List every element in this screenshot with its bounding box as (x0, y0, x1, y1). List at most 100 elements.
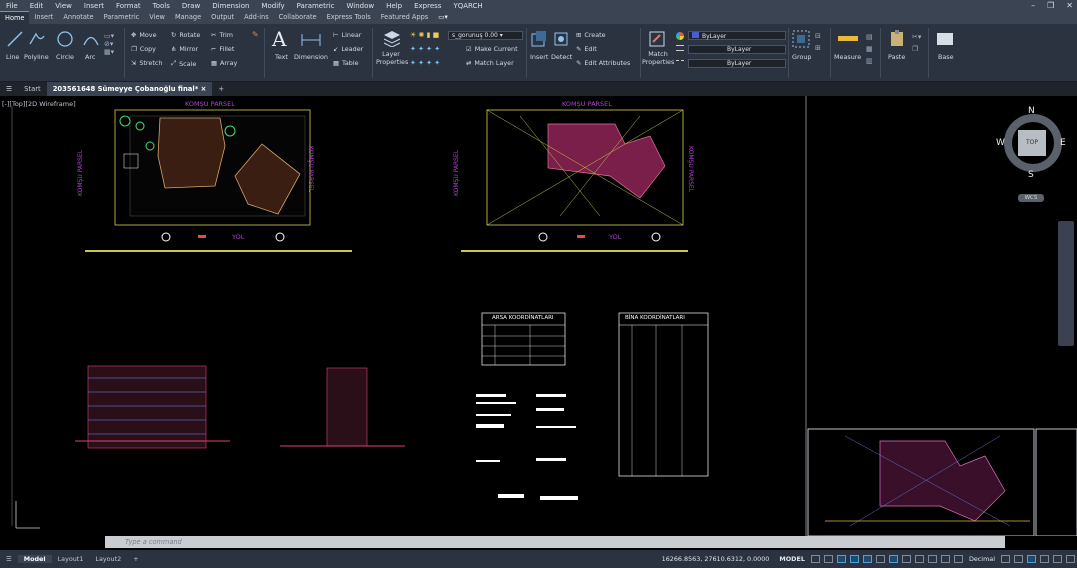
snap-icon[interactable] (823, 555, 833, 563)
match-properties-button[interactable]: Match Properties (642, 50, 674, 66)
tab-drawing-file[interactable]: 203561648 Sümeyye Çobanoğlu final* × (46, 82, 213, 96)
tab-model[interactable]: Model (17, 555, 52, 563)
quick-properties-icon[interactable] (1001, 555, 1010, 563)
trim-button[interactable]: ✂ Trim (211, 31, 233, 39)
menu-draw[interactable]: Draw (176, 2, 206, 10)
viewcube-top-face[interactable]: TOP (1018, 130, 1046, 156)
arc-button[interactable]: Arc (85, 53, 95, 61)
fillet-button[interactable]: ⌐ Fillet (211, 45, 234, 53)
menu-modify[interactable]: Modify (255, 2, 290, 10)
annotation-monitor-icon[interactable] (953, 555, 963, 563)
tab-output[interactable]: Output (206, 11, 239, 24)
base-button[interactable]: Base (938, 53, 954, 61)
lineweight-toggle-icon[interactable] (888, 555, 898, 563)
viewcube[interactable]: TOP N S W E WCS (996, 106, 1066, 208)
text-button[interactable]: Text (275, 53, 288, 61)
measure-button[interactable]: Measure (834, 53, 861, 61)
tab-layout2[interactable]: Layout2 (89, 555, 127, 563)
tab-home[interactable]: Home (0, 11, 30, 24)
tab-annotate[interactable]: Annotate (58, 11, 98, 24)
tab-manage[interactable]: Manage (170, 11, 206, 24)
line-button[interactable]: Line (6, 53, 19, 61)
layer-tools-icons-row1[interactable]: ✦ ✦ ✦ ✦ (410, 45, 440, 53)
command-input[interactable]: Type a command (125, 538, 182, 546)
make-current-button[interactable]: ☑ Make Current (466, 45, 518, 53)
color-dropdown[interactable]: ByLayer (688, 31, 786, 40)
lock-ui-icon[interactable] (1014, 555, 1023, 563)
linetype-dropdown[interactable]: ByLayer (688, 59, 786, 68)
scale-button[interactable]: ⤢ Scale (171, 59, 196, 68)
dimension-button[interactable]: Dimension (294, 53, 328, 61)
insert-button[interactable]: Insert (530, 53, 548, 61)
layer-state-icons[interactable]: ☀ ✺ ▮ ■ (410, 31, 439, 39)
menu-tools[interactable]: Tools (147, 2, 176, 10)
close-tab-icon[interactable]: × (201, 85, 207, 93)
workspace-gear-icon[interactable] (940, 555, 950, 563)
circle-button[interactable]: Circle (56, 53, 74, 61)
menu-help[interactable]: Help (380, 2, 408, 10)
tab-view[interactable]: View (144, 11, 170, 24)
menu-file[interactable]: File (0, 2, 24, 10)
linear-button[interactable]: ⊢ Linear (333, 31, 361, 39)
otrack-icon[interactable] (875, 555, 885, 563)
command-line[interactable]: Type a command (105, 536, 1005, 548)
lineweight-dropdown[interactable]: ByLayer (688, 45, 786, 54)
utility-icons[interactable]: ▤ ▦ ▥ (866, 31, 873, 67)
osnap-icon[interactable] (862, 555, 872, 563)
viewcube-west[interactable]: W (996, 138, 1005, 148)
array-button[interactable]: ▦ Array (211, 59, 237, 67)
tab-layout1[interactable]: Layout1 (52, 555, 90, 563)
menu-format[interactable]: Format (110, 2, 147, 10)
rotate-button[interactable]: ↻ Rotate (171, 31, 200, 39)
layout-list-icon[interactable]: ☰ (0, 555, 18, 563)
menu-edit[interactable]: Edit (24, 2, 50, 10)
stretch-button[interactable]: ⇲ Stretch (131, 59, 162, 67)
layer-dropdown[interactable]: s_gorunuş 0.00 ▾ (448, 31, 523, 40)
edit-attributes-button[interactable]: ✎ Edit Attributes (576, 59, 630, 67)
create-block-button[interactable]: ⊞ Create (576, 31, 606, 39)
isolate-objects-icon[interactable] (1027, 555, 1036, 563)
menu-view[interactable]: View (49, 2, 78, 10)
tab-collaborate[interactable]: Collaborate (274, 11, 322, 24)
group-button[interactable]: Group (792, 53, 811, 61)
clipboard-icons[interactable]: ✂▾ ❐ (912, 31, 921, 55)
menu-yqarch[interactable]: YQARCH (447, 2, 488, 10)
transparency-icon[interactable] (901, 555, 911, 563)
tab-insert[interactable]: Insert (29, 11, 58, 24)
viewcube-south[interactable]: S (1028, 170, 1034, 180)
paste-button[interactable]: Paste (888, 53, 905, 61)
grid-icon[interactable] (810, 555, 820, 563)
table-button[interactable]: ▦ Table (333, 59, 359, 67)
polar-icon[interactable] (849, 555, 859, 563)
tab-featured-apps[interactable]: Featured Apps (376, 11, 434, 24)
draw-extra-icons[interactable]: ▭▾ ⊘▾ ▦▾ (104, 32, 114, 56)
move-button[interactable]: ✥ Move (131, 31, 157, 39)
tab-add-ins[interactable]: Add-ins (239, 11, 274, 24)
match-layer-button[interactable]: ⇄ Match Layer (466, 59, 514, 67)
model-space-toggle[interactable]: MODEL (775, 555, 809, 563)
menu-dimension[interactable]: Dimension (206, 2, 255, 10)
drawing-viewport[interactable]: [-][Top][2D Wireframe] KOMŞU PARSEL KOMŞ… (0, 96, 1077, 536)
units-dropdown[interactable]: Decimal (965, 555, 999, 563)
wcs-menu[interactable]: WCS (1018, 194, 1044, 202)
viewcube-north[interactable]: N (1028, 106, 1035, 116)
navigation-bar[interactable] (1058, 221, 1074, 346)
tab-start[interactable]: Start (18, 82, 47, 96)
leader-button[interactable]: ↙ Leader (333, 45, 363, 53)
customization-menu-icon[interactable] (1066, 555, 1075, 563)
polyline-button[interactable]: Polyline (24, 53, 49, 61)
close-icon[interactable]: ✕ (1066, 1, 1073, 10)
erase-icon[interactable]: ✎ (252, 30, 259, 39)
tab-extra-toggle[interactable]: ▭▾ (433, 11, 453, 24)
selection-cycling-icon[interactable] (914, 555, 924, 563)
menu-express[interactable]: Express (408, 2, 447, 10)
menu-insert[interactable]: Insert (78, 2, 110, 10)
copy-button[interactable]: ❐ Copy (131, 45, 156, 53)
minimize-icon[interactable]: – (1031, 1, 1035, 10)
mirror-button[interactable]: ⋔ Mirror (171, 45, 198, 53)
clean-screen-icon[interactable] (1053, 555, 1062, 563)
ortho-icon[interactable] (836, 555, 846, 563)
edit-block-button[interactable]: ✎ Edit (576, 45, 597, 53)
annotation-scale-icon[interactable] (927, 555, 937, 563)
hardware-acceleration-icon[interactable] (1040, 555, 1049, 563)
